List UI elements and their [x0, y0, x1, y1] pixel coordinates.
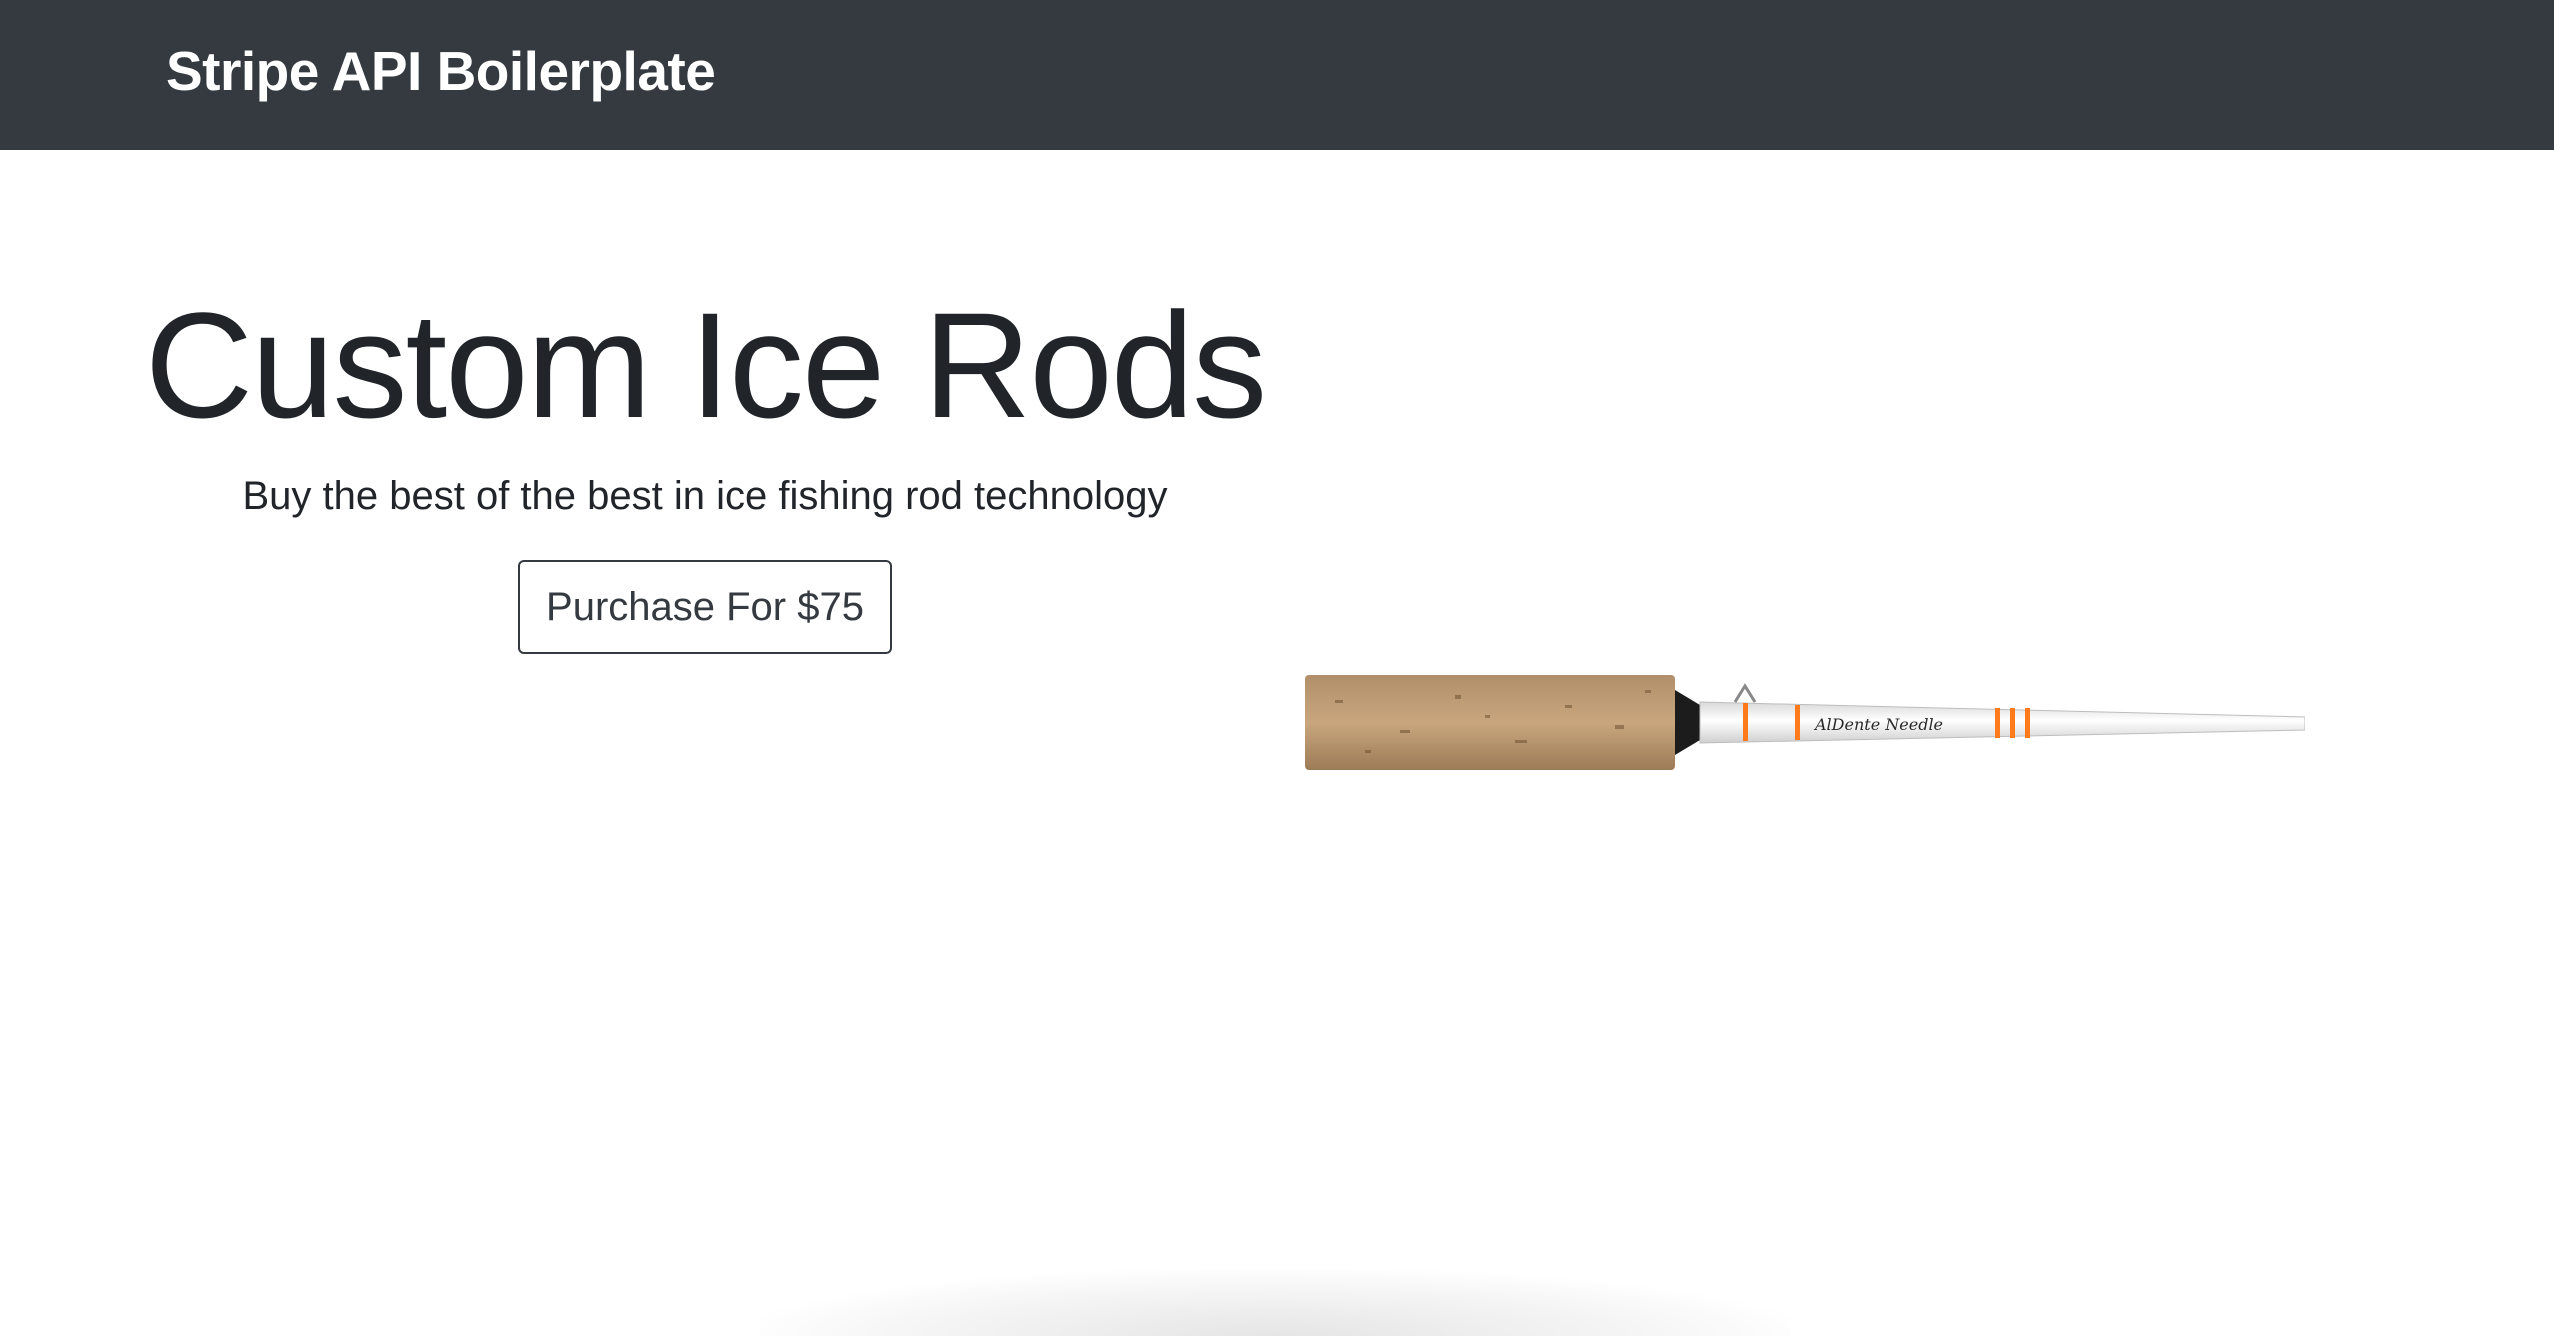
- purchase-button[interactable]: Purchase For $75: [518, 560, 892, 654]
- page-title: Custom Ice Rods: [144, 281, 1267, 449]
- ice-fishing-rod-image: AlDente Needle: [1305, 660, 2306, 780]
- svg-text:AlDente Needle: AlDente Needle: [1813, 715, 1943, 734]
- bottom-card-shadow: [760, 1270, 1790, 1336]
- hero-section: Custom Ice Rods Buy the best of the best…: [0, 150, 1410, 710]
- hero-subtitle: Buy the best of the best in ice fishing …: [242, 474, 1168, 518]
- navbar-brand[interactable]: Stripe API Boilerplate: [166, 44, 716, 99]
- navbar: Stripe API Boilerplate: [0, 0, 2554, 150]
